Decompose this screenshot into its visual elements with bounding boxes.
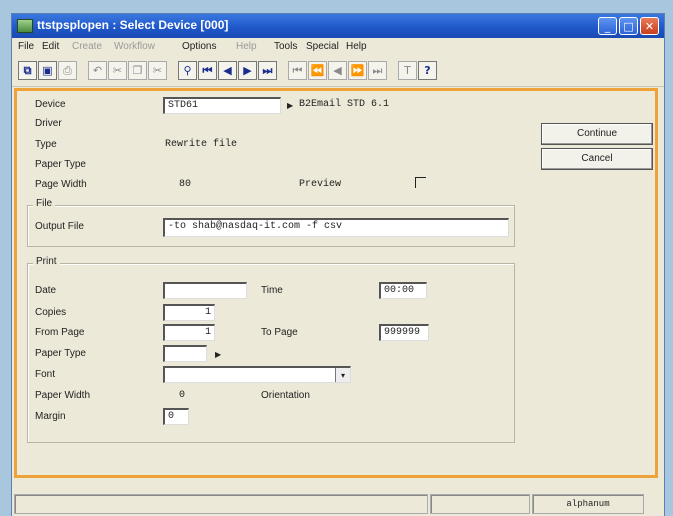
device-description: B2Email STD 6.1 <box>299 99 390 110</box>
cut-icon[interactable]: ✂ <box>108 61 127 80</box>
font-label: Font <box>35 369 56 380</box>
status-message-cell <box>14 494 428 514</box>
window-icon[interactable]: ⧉ <box>18 61 37 80</box>
driver-label: Driver <box>35 118 62 129</box>
date-label: Date <box>35 285 57 296</box>
copies-input[interactable]: 1 <box>163 304 215 321</box>
margin-input[interactable]: 0 <box>163 408 189 425</box>
time-input[interactable]: 00:00 <box>379 282 427 299</box>
paper-type-print-label: Paper Type <box>35 348 86 359</box>
paper-type-label: Paper Type <box>35 159 86 170</box>
app-icon <box>17 19 33 33</box>
menu-workflow[interactable]: Workflow <box>114 41 155 52</box>
to-page-input[interactable]: 999999 <box>379 324 429 341</box>
first-icon[interactable]: ⏮ <box>198 61 217 80</box>
maximize-button[interactable]: □ <box>619 17 638 35</box>
menu-create[interactable]: Create <box>72 41 102 52</box>
device-form: Device STD61 ▶ B2Email STD 6.1 Driver Ty… <box>14 88 658 478</box>
time-label: Time <box>261 285 283 296</box>
device-arrow-icon: ▶ <box>287 101 294 110</box>
output-file-input[interactable]: -to shab@nasdaq-it.com -f csv <box>163 218 509 237</box>
close-button[interactable]: ✕ <box>640 17 659 35</box>
status-bar: alphanum <box>12 490 664 516</box>
type-label: Type <box>35 139 57 150</box>
undo-icon[interactable]: ↶ <box>88 61 107 80</box>
paper-width-label: Paper Width <box>35 390 91 401</box>
status-info-cell <box>430 494 530 514</box>
print-icon[interactable]: ⎙ <box>58 61 77 80</box>
date-input[interactable] <box>163 282 247 299</box>
copies-label: Copies <box>35 307 67 318</box>
page-width-label: Page Width <box>35 179 87 190</box>
menu-bar: File Edit Create Workflow Options Help T… <box>12 38 664 56</box>
menu-tools[interactable]: Tools <box>274 41 297 52</box>
menu-file[interactable]: File <box>18 41 34 52</box>
save-icon[interactable]: ▣ <box>38 61 57 80</box>
menu-help[interactable]: Help <box>346 41 367 52</box>
copy-icon[interactable]: ❐ <box>128 61 147 80</box>
next-group-icon[interactable]: ⏩ <box>348 61 367 80</box>
find-icon[interactable]: ⚲ <box>178 61 197 80</box>
preview-checkbox[interactable] <box>415 177 426 188</box>
from-page-label: From Page <box>35 327 85 338</box>
page-width-value: 80 <box>179 179 192 190</box>
cancel-button[interactable]: Cancel <box>541 148 653 170</box>
to-page-label: To Page <box>261 327 298 338</box>
print-group-title: Print <box>33 256 60 267</box>
output-file-label: Output File <box>35 221 84 232</box>
text-icon[interactable]: T <box>398 61 417 80</box>
from-page-input[interactable]: 1 <box>163 324 215 341</box>
device-label: Device <box>35 99 66 110</box>
preview-label: Preview <box>299 179 342 190</box>
minimize-button[interactable]: _ <box>598 17 617 35</box>
font-select[interactable]: ▾ <box>163 366 351 383</box>
next-icon[interactable]: ▶ <box>238 61 257 80</box>
last-icon[interactable]: ⏭ <box>258 61 277 80</box>
font-dropdown-icon[interactable]: ▾ <box>335 368 350 382</box>
previous-group-icon[interactable]: ◀ <box>328 61 347 80</box>
last-set-icon[interactable]: ⏭ <box>368 61 387 80</box>
window-title: ttstpsplopen : Select Device [000] <box>37 18 229 32</box>
menu-edit[interactable]: Edit <box>42 41 59 52</box>
device-input[interactable]: STD61 <box>163 97 281 114</box>
menu-help-disabled[interactable]: Help <box>236 41 257 52</box>
continue-button[interactable]: Continue <box>541 123 653 145</box>
previous-icon[interactable]: ◀ <box>218 61 237 80</box>
title-bar[interactable]: ttstpsplopen : Select Device [000] _ □ ✕ <box>12 14 664 38</box>
paper-type-input[interactable] <box>163 345 207 362</box>
menu-special[interactable]: Special <box>306 41 339 52</box>
toolbar: ⧉ ▣ ⎙ ↶ ✂ ❐ ✂ ⚲ ⏮ ◀ ▶ ⏭ ⏮ ⏪ ◀ ⏩ ⏭ T ? <box>12 56 664 87</box>
file-group-title: File <box>33 198 56 209</box>
paper-width-value: 0 <box>179 390 186 401</box>
menu-options[interactable]: Options <box>182 41 216 52</box>
help-icon[interactable]: ? <box>418 61 437 80</box>
type-value: Rewrite file <box>165 139 238 150</box>
orientation-label: Orientation <box>261 390 310 401</box>
select-device-window: ttstpsplopen : Select Device [000] _ □ ✕… <box>12 14 664 516</box>
status-mode: alphanum <box>532 494 644 514</box>
paper-type-arrow-icon: ▶ <box>215 350 222 359</box>
first-set-icon[interactable]: ⏮ <box>288 61 307 80</box>
previous-set-icon[interactable]: ⏪ <box>308 61 327 80</box>
paste-icon[interactable]: ✂ <box>148 61 167 80</box>
margin-label: Margin <box>35 411 66 422</box>
